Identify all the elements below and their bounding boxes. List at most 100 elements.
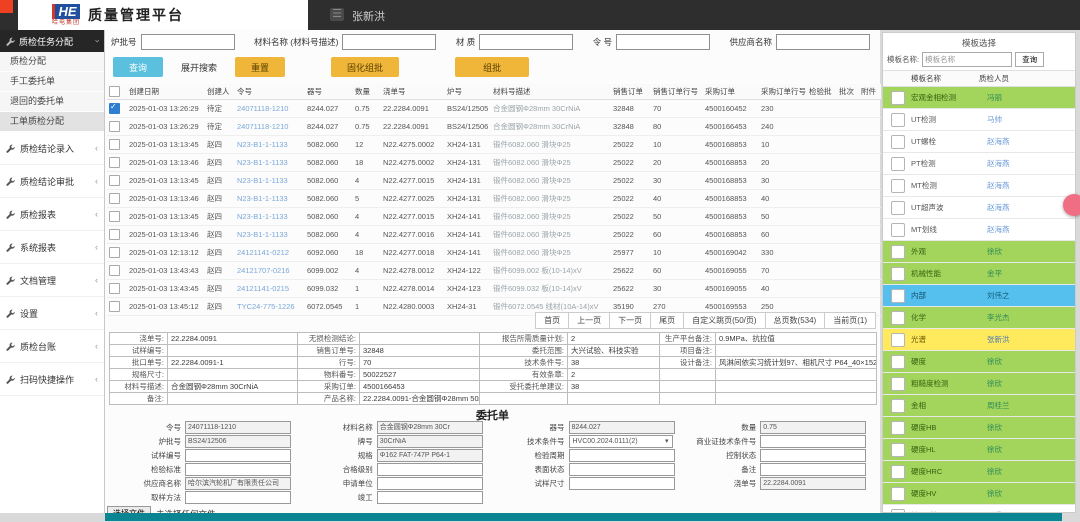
template-row[interactable]: 硬度HRC徐欣 xyxy=(883,461,1075,483)
column-header[interactable]: 器号 xyxy=(305,84,353,100)
order-link-cell[interactable]: N23-B1-1-1133 xyxy=(235,226,305,244)
template-person[interactable]: 张新洪 xyxy=(987,334,1010,345)
pager-button[interactable]: 当前页(1) xyxy=(824,312,876,329)
column-header[interactable]: 检验批 xyxy=(807,84,837,100)
template-row[interactable]: MT划线赵海燕 xyxy=(883,219,1075,241)
floating-badge[interactable] xyxy=(1063,194,1080,216)
template-person[interactable]: 徐欣 xyxy=(987,444,1002,455)
template-checkbox[interactable] xyxy=(891,157,905,171)
template-person[interactable]: 徐欣 xyxy=(987,466,1002,477)
template-row[interactable]: 硬度徐欣 xyxy=(883,351,1075,373)
template-checkbox[interactable] xyxy=(891,465,905,479)
sidebar-subitem[interactable]: 质检分配 xyxy=(0,52,104,72)
form-input[interactable] xyxy=(377,477,483,490)
column-header[interactable]: 令号 xyxy=(235,84,305,100)
template-row[interactable]: 硬度HV徐欣 xyxy=(883,483,1075,505)
template-person[interactable]: 徐欣 xyxy=(987,246,1002,257)
template-row[interactable]: 外观徐欣 xyxy=(883,241,1075,263)
row-checkbox[interactable] xyxy=(109,103,120,114)
pager-button[interactable]: 下一页 xyxy=(609,312,651,329)
template-checkbox[interactable] xyxy=(891,113,905,127)
template-checkbox[interactable] xyxy=(891,399,905,413)
form-input[interactable] xyxy=(185,477,291,490)
sidebar-group-active[interactable]: 质检任务分配 ‹ xyxy=(0,30,104,52)
template-person[interactable]: 周桂兰 xyxy=(987,400,1010,411)
user-name[interactable]: 张新洪 xyxy=(352,8,385,24)
row-checkbox[interactable] xyxy=(109,229,120,240)
pager-button[interactable]: 总页数(534) xyxy=(765,312,826,329)
order-link-cell[interactable]: TYC24-775-1226 xyxy=(235,298,305,316)
order-link-cell[interactable]: 24121707-0216 xyxy=(235,262,305,280)
filter-input[interactable] xyxy=(479,34,573,50)
column-header[interactable]: 材料号描述 xyxy=(491,84,611,100)
template-search-input[interactable] xyxy=(922,52,1012,67)
form-input[interactable] xyxy=(377,449,483,462)
form-input[interactable] xyxy=(760,449,866,462)
form-input[interactable] xyxy=(569,421,675,434)
filter-input[interactable] xyxy=(776,34,870,50)
template-row[interactable]: 光谱张新洪 xyxy=(883,329,1075,351)
template-checkbox[interactable] xyxy=(891,223,905,237)
template-row[interactable]: UT螺栓赵海燕 xyxy=(883,131,1075,153)
sidebar-group[interactable]: 文档管理‹ xyxy=(0,264,104,297)
template-person[interactable]: 赵海燕 xyxy=(987,202,1010,213)
template-checkbox[interactable] xyxy=(891,135,905,149)
form-input[interactable] xyxy=(185,421,291,434)
template-row[interactable]: 宏观金相检测冯丽 xyxy=(883,87,1075,109)
template-checkbox[interactable] xyxy=(891,267,905,281)
sidebar-group[interactable]: 质检报表‹ xyxy=(0,198,104,231)
form-input[interactable] xyxy=(185,435,291,448)
table-row[interactable]: 2025-01-03 13:13:46赵四N23-B1-1-11335082.0… xyxy=(107,190,881,208)
sidebar-subitem[interactable]: 退回的委托单 xyxy=(0,92,104,112)
select-all-checkbox[interactable] xyxy=(109,86,120,97)
template-row[interactable]: 端口对焊刘秀云 xyxy=(883,505,1075,513)
column-header[interactable]: 数量 xyxy=(353,84,381,100)
form-input[interactable] xyxy=(185,463,291,476)
template-checkbox[interactable] xyxy=(891,311,905,325)
form-input[interactable] xyxy=(569,477,675,490)
row-checkbox[interactable] xyxy=(109,301,120,312)
column-header[interactable]: 销售订单行号 xyxy=(651,84,703,100)
order-link-cell[interactable]: 24071118-1210 xyxy=(235,118,305,136)
template-row[interactable]: 化学李光杰 xyxy=(883,307,1075,329)
template-person[interactable]: 李光杰 xyxy=(987,312,1010,323)
template-search-button[interactable]: 查询 xyxy=(1015,52,1044,67)
column-header[interactable]: 附件 xyxy=(859,84,881,100)
table-row[interactable]: 2025-01-03 13:26:29待定24071118-12108244.0… xyxy=(107,118,881,136)
hamburger-icon[interactable]: ☰ xyxy=(330,8,344,21)
sidebar-group[interactable]: 质检台账‹ xyxy=(0,330,104,363)
template-checkbox[interactable] xyxy=(891,91,905,105)
pager-button[interactable]: 首页 xyxy=(535,312,569,329)
form-input[interactable] xyxy=(760,463,866,476)
pager-button[interactable]: 自定义跳页(50/页) xyxy=(683,312,765,329)
column-header[interactable]: 销售订单 xyxy=(611,84,651,100)
template-row[interactable]: PT检测赵海燕 xyxy=(883,153,1075,175)
template-person[interactable]: 赵海燕 xyxy=(987,180,1010,191)
template-person[interactable]: 徐欣 xyxy=(987,488,1002,499)
table-row[interactable]: 2025-01-03 13:43:43赵四24121707-02166099.0… xyxy=(107,262,881,280)
column-header[interactable]: 采购订单行号 xyxy=(759,84,807,100)
column-header[interactable]: 炉号 xyxy=(445,84,491,100)
template-person[interactable]: 赵海燕 xyxy=(987,136,1010,147)
order-link-cell[interactable]: N23-B1-1-1133 xyxy=(235,172,305,190)
template-row[interactable]: 硬度HL徐欣 xyxy=(883,439,1075,461)
filter-input[interactable] xyxy=(616,34,710,50)
template-checkbox[interactable] xyxy=(891,245,905,259)
template-row[interactable]: 机械性能金平 xyxy=(883,263,1075,285)
sidebar-group[interactable]: 质检结论审批‹ xyxy=(0,165,104,198)
form-input[interactable] xyxy=(185,491,291,504)
template-row[interactable]: 粗糙度检测徐欣 xyxy=(883,373,1075,395)
table-row[interactable]: 2025-01-03 13:13:45赵四N23-B1-1-11335082.0… xyxy=(107,136,881,154)
column-header[interactable]: 采购订单 xyxy=(703,84,759,100)
form-select[interactable]: HVC00.2024.0111(2)▾ xyxy=(569,435,673,448)
sidebar-group[interactable]: 设置‹ xyxy=(0,297,104,330)
form-input[interactable] xyxy=(377,463,483,476)
filter-input[interactable] xyxy=(141,34,235,50)
form-input[interactable] xyxy=(569,449,675,462)
sidebar-subitem[interactable]: 工单质检分配 xyxy=(0,112,104,132)
form-input[interactable] xyxy=(377,421,483,434)
order-link-cell[interactable]: N23-B1-1-1133 xyxy=(235,154,305,172)
pager-button[interactable]: 尾页 xyxy=(650,312,684,329)
row-checkbox[interactable] xyxy=(109,211,120,222)
row-checkbox[interactable] xyxy=(109,175,120,186)
